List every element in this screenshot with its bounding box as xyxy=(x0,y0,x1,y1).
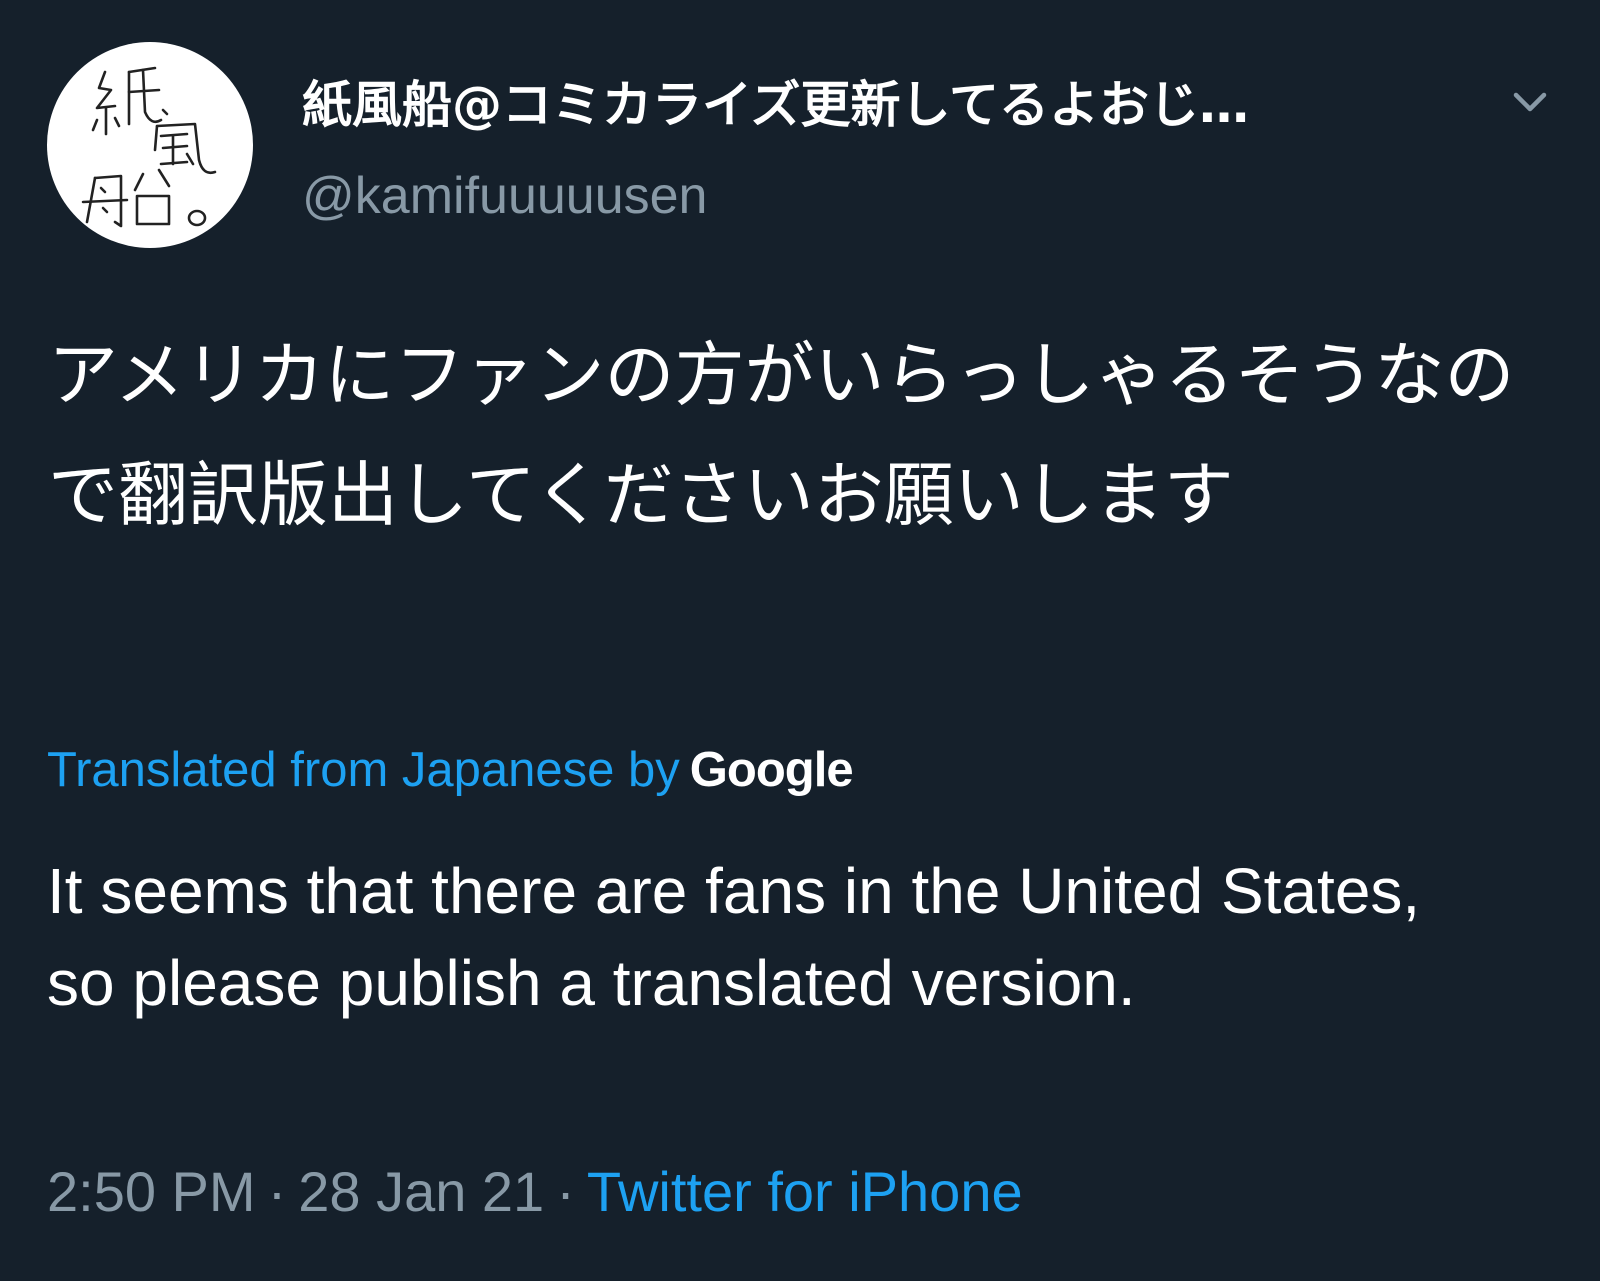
meta-separator: · xyxy=(267,1160,287,1223)
meta-separator: · xyxy=(556,1160,575,1223)
tweet-text: アメリカにファンの方がいらっしゃるそうなので翻訳版出してくださいお願いします xyxy=(48,334,1515,536)
author-handle[interactable]: @kamifuuuuusen xyxy=(302,163,707,229)
translation-attribution[interactable]: Translated from Japanese by Google xyxy=(47,738,854,802)
chevron-down-icon[interactable] xyxy=(1505,77,1555,127)
tweet-time[interactable]: 2:50 PM xyxy=(47,1160,256,1223)
avatar[interactable] xyxy=(47,42,253,248)
avatar-calligraphy-image xyxy=(81,66,217,228)
author-display-name[interactable]: 紙風船@コミカライズ更新してるよおじ… xyxy=(302,72,1472,138)
tweet-meta: 2:50 PM · 28 Jan 21 · Twitter for iPhone xyxy=(47,1158,1023,1226)
tweet-date[interactable]: 28 Jan 21 xyxy=(298,1160,544,1223)
translated-label[interactable]: Translated from Japanese by xyxy=(47,743,680,797)
google-logo: Google xyxy=(689,743,854,797)
tweet-card: 紙風船@コミカライズ更新してるよおじ… @kamifuuuuusen アメリカに… xyxy=(0,0,1600,1281)
tweet-source-link[interactable]: Twitter for iPhone xyxy=(587,1160,1023,1223)
translated-tweet-text: It seems that there are fans in the Unit… xyxy=(47,855,1421,1019)
